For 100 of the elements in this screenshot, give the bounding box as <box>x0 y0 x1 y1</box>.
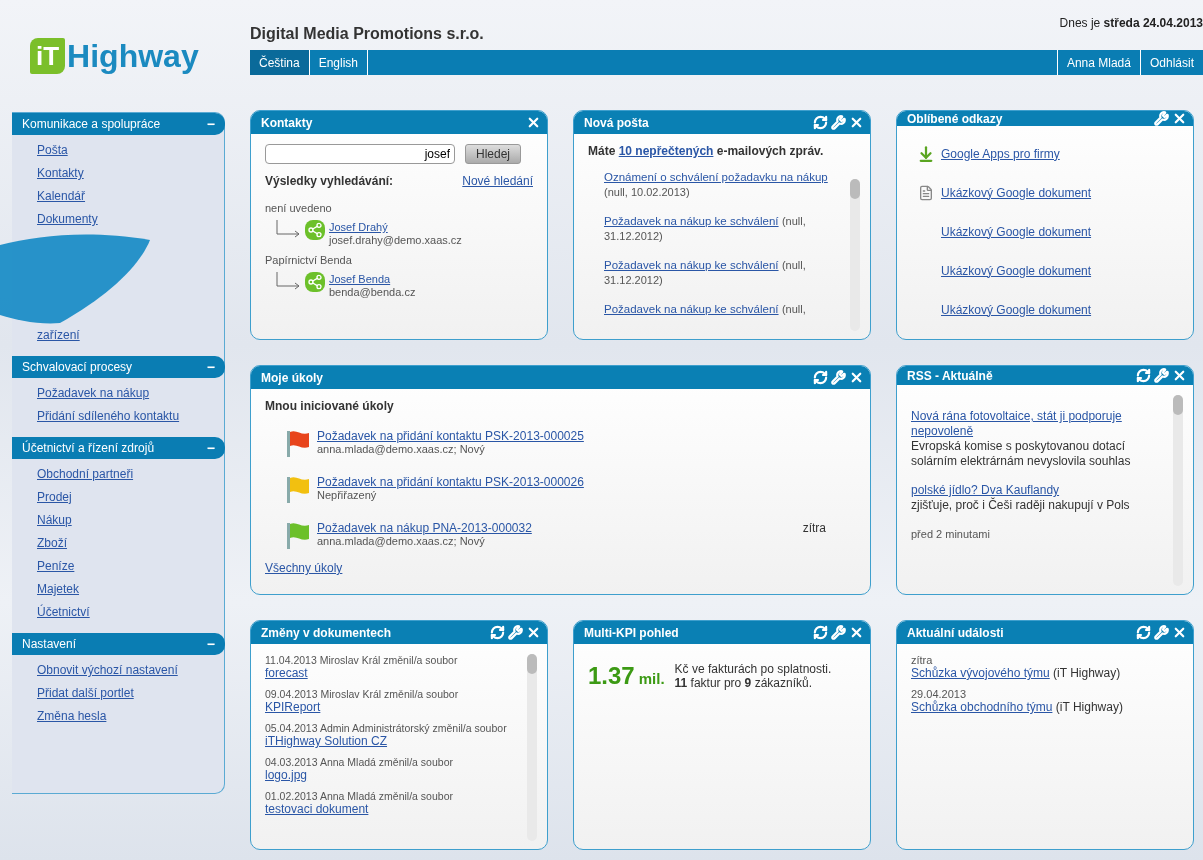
refresh-icon[interactable] <box>490 625 505 640</box>
tree-connector-icon <box>275 272 301 292</box>
task-link[interactable]: Požadavek na přidání kontaktu PSK-2013-000025 <box>317 429 584 443</box>
search-field[interactable]: josef <box>265 144 455 164</box>
sidebar-item[interactable]: Kontakty <box>37 166 84 180</box>
settings-icon[interactable] <box>1154 625 1169 640</box>
contact-email: benda@benda.cz <box>329 286 416 298</box>
new-search-link[interactable]: Nové hledání <box>462 174 533 188</box>
sidebar-item[interactable]: Kalendář <box>37 189 86 203</box>
mail-link[interactable]: Oznámení o schválení požadavku na nákup <box>604 171 828 183</box>
close-icon[interactable] <box>1172 625 1187 640</box>
logo-text: Highway <box>67 37 199 75</box>
favorite-link[interactable]: Ukázkový Google dokument <box>941 185 1092 200</box>
sidebar-item[interactable]: Obnovit výchozí nastavení <box>37 663 178 677</box>
sidebar-item[interactable]: Dokumenty <box>37 212 98 226</box>
task-meta: anna.mlada@demo.xaas.cz; Nový <box>317 443 486 455</box>
language-tab[interactable]: Čeština <box>250 50 310 75</box>
mail-item: Oznámení o schválení požadavku na nákup (null, 10.02.2013) <box>604 170 829 200</box>
refresh-icon[interactable] <box>813 115 828 130</box>
close-icon[interactable] <box>526 625 541 640</box>
close-icon[interactable] <box>1172 368 1187 383</box>
sidebar-section-header[interactable]: Účetnictví a řízení zdrojů − <box>12 437 225 459</box>
section-title: Schvalovací procesy <box>22 360 133 374</box>
contact-link[interactable]: Josef Drahý <box>329 221 388 233</box>
document-change: 05.04.2013 Admin Administrátorský změnil/a soubor <box>265 722 508 734</box>
task-link[interactable]: Požadavek na přidání kontaktu PSK-2013-000026 <box>317 475 584 489</box>
settings-icon[interactable] <box>831 625 846 640</box>
mail-link[interactable]: Požadavek na nákup ke schválení <box>604 259 779 271</box>
company-title[interactable]: Digital Media Promotions s.r.o. <box>250 25 484 43</box>
favorite-link[interactable]: Ukázkový Google dokument <box>941 302 1092 317</box>
settings-icon[interactable] <box>508 625 523 640</box>
mail-link[interactable]: Požadavek na nákup ke schválení <box>604 303 779 315</box>
favorite-link[interactable]: Ukázkový Google dokument <box>941 263 1092 278</box>
sidebar-item[interactable]: Požadavek na nákup <box>37 386 150 400</box>
contact-email: josef.drahy@demo.xaas.cz <box>329 234 462 246</box>
settings-icon[interactable] <box>831 370 846 385</box>
search-button[interactable]: Hledej <box>465 144 522 164</box>
settings-icon[interactable] <box>1154 368 1169 383</box>
close-icon[interactable] <box>849 625 864 640</box>
collapse-toggle[interactable]: − <box>206 636 215 652</box>
section-title: Mnou iniciované úkoly <box>265 399 395 413</box>
task-meta: Nepřiřazený <box>317 489 378 501</box>
task-link[interactable]: Požadavek na nákup PNA-2013-000032 <box>317 521 532 535</box>
collapse-toggle[interactable]: − <box>206 116 215 132</box>
collapse-toggle[interactable]: − <box>206 440 215 456</box>
event-link[interactable]: Schůzka vývojového týmu <box>911 666 1050 680</box>
document-link[interactable]: iTHighway Solution CZ <box>265 734 388 748</box>
sidebar-item[interactable]: zařízení <box>37 328 80 342</box>
document-change: 04.03.2013 Anna Mladá změnil/a soubor <box>265 756 454 768</box>
scroll-bar[interactable] <box>1173 395 1183 586</box>
close-icon[interactable] <box>849 370 864 385</box>
sidebar-section-header[interactable]: Schvalovací procesy − <box>12 356 225 378</box>
document-link[interactable]: logo.jpg <box>265 768 308 782</box>
company-name: Papírnictví Benda <box>265 254 353 266</box>
settings-icon[interactable] <box>1154 111 1169 126</box>
event-date: 29.04.2013 <box>911 688 968 700</box>
collapse-toggle[interactable]: − <box>206 359 215 375</box>
sidebar-section-header[interactable]: Nastavení − <box>12 633 225 655</box>
sidebar-item[interactable]: Zboží <box>37 536 67 550</box>
sidebar-item[interactable]: Majetek <box>37 582 80 596</box>
portlet-title: Oblíbené odkazy <box>907 111 1003 126</box>
close-icon[interactable] <box>526 115 541 130</box>
document-link[interactable]: forecast <box>265 666 308 680</box>
settings-icon[interactable] <box>831 115 846 130</box>
refresh-icon[interactable] <box>813 370 828 385</box>
unread-link[interactable]: 10 nepřečtených <box>618 144 714 158</box>
sidebar-item[interactable]: Přidat další portlet <box>37 686 134 700</box>
sidebar-item[interactable]: Pošta <box>37 143 68 157</box>
document-link[interactable]: KPIReport <box>265 700 321 714</box>
document-change: 11.04.2013 Miroslav Král změnil/a soubor <box>265 654 459 666</box>
refresh-icon[interactable] <box>813 625 828 640</box>
sidebar-item[interactable]: Obchodní partneři <box>37 467 134 481</box>
mail-item: Požadavek na nákup ke schválení (null, 31.12.2012) <box>604 214 807 244</box>
sidebar-item[interactable]: Účetnictví <box>37 605 90 619</box>
results-label: Výsledky vyhledávání: <box>265 174 394 188</box>
rss-link[interactable]: Nová rána fotovoltaice, stát ji podporuje nepovoleně <box>911 409 1157 439</box>
mail-link[interactable]: Požadavek na nákup ke schválení <box>604 215 779 227</box>
close-icon[interactable] <box>1172 111 1187 126</box>
section-title: Nastavení <box>22 637 77 651</box>
sidebar-item[interactable]: Nákup <box>37 513 72 527</box>
sidebar-section-header[interactable]: Komunikace a spolupráce − <box>12 113 225 135</box>
refresh-icon[interactable] <box>1136 625 1151 640</box>
sidebar-item[interactable]: Přidání sdíleného kontaktu <box>37 409 180 423</box>
rss-link[interactable]: polské jídlo? Dva Kauflandy <box>911 483 1157 498</box>
kpi-description: Kč ve fakturách po splatnosti. <box>674 662 832 676</box>
scroll-bar[interactable] <box>850 179 860 331</box>
download-icon <box>917 144 935 163</box>
rss-summary: zjišťuje, proč i Češi raději nakupují v Pols <box>911 498 1131 513</box>
refresh-icon[interactable] <box>1136 368 1151 383</box>
sidebar-item[interactable]: Změna hesla <box>37 709 107 723</box>
sidebar-item[interactable]: Peníze <box>37 559 75 573</box>
close-icon[interactable] <box>849 115 864 130</box>
contact-link[interactable]: Josef Benda <box>329 273 391 285</box>
document-link[interactable]: testovaci dokument <box>265 802 369 816</box>
scroll-bar[interactable] <box>527 654 537 841</box>
favorite-link[interactable]: Ukázkový Google dokument <box>941 224 1092 239</box>
favorite-link[interactable]: Google Apps pro firmy <box>941 146 1060 161</box>
event-link[interactable]: Schůzka obchodního týmu <box>911 700 1053 714</box>
all-tasks-link[interactable]: Všechny úkoly <box>265 561 343 575</box>
sidebar-item[interactable]: Prodej <box>37 490 72 504</box>
